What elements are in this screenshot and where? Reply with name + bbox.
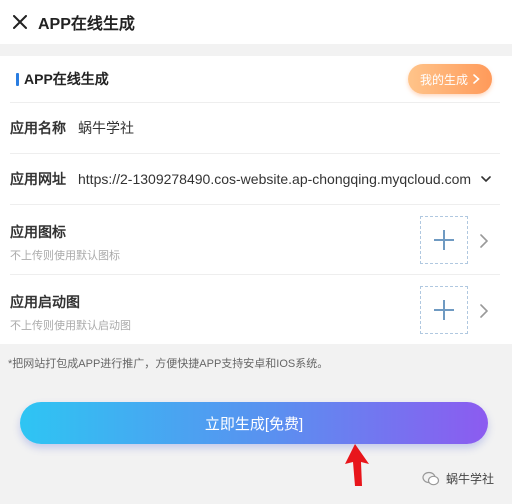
- app-icon-upload-button[interactable]: [420, 216, 468, 264]
- wechat-icon: [422, 471, 440, 485]
- generate-button[interactable]: 立即生成[免费]: [20, 402, 488, 444]
- section-accent-bar: [16, 72, 19, 86]
- chevron-right-icon: [473, 74, 480, 84]
- app-icon-label: 应用图标: [10, 224, 66, 240]
- app-icon-arrow[interactable]: [478, 233, 490, 249]
- my-generations-button[interactable]: 我的生成: [408, 64, 492, 94]
- section-title: APP在线生成: [24, 71, 109, 87]
- app-icon-label-block: 应用图标 不上传则使用默认图标: [10, 222, 120, 263]
- app-url-select[interactable]: https://2-1309278490.cos-website.ap-chon…: [78, 171, 491, 187]
- red-arrow-annotation-icon: [345, 444, 369, 486]
- app-icon-hint: 不上传则使用默认图标: [10, 250, 120, 262]
- splash-label: 应用启动图: [10, 294, 80, 310]
- app-name-label: 应用名称: [10, 120, 66, 136]
- plus-icon: [434, 300, 454, 320]
- splash-hint: 不上传则使用默认启动图: [10, 320, 131, 332]
- splash-label-block: 应用启动图 不上传则使用默认启动图: [10, 292, 131, 333]
- app-name-row: 应用名称 蜗牛学社: [0, 103, 512, 153]
- app-url-value: https://2-1309278490.cos-website.ap-chon…: [78, 171, 472, 187]
- top-bar: APP在线生成: [0, 0, 512, 44]
- app-url-row: 应用网址 https://2-1309278490.cos-website.ap…: [0, 154, 512, 204]
- watermark: 蜗牛学社: [422, 470, 494, 487]
- info-note: *把网站打包成APP进行推广，方便快捷APP支持安卓和IOS系统。: [8, 358, 329, 370]
- section-header: APP在线生成 我的生成: [0, 56, 512, 102]
- chevron-right-icon: [480, 234, 488, 248]
- splash-arrow[interactable]: [478, 303, 490, 319]
- close-icon: [13, 15, 27, 29]
- form-card: APP在线生成 我的生成 应用名称 蜗牛学社 应用网址 https://2-13…: [0, 56, 512, 344]
- chevron-down-icon: [481, 175, 491, 182]
- watermark-text: 蜗牛学社: [445, 472, 494, 486]
- plus-icon: [434, 230, 454, 250]
- page-title: APP在线生成: [38, 16, 135, 33]
- app-url-label: 应用网址: [10, 171, 66, 187]
- close-button[interactable]: [2, 0, 38, 44]
- app-name-value[interactable]: 蜗牛学社: [78, 118, 134, 138]
- splash-upload-button[interactable]: [420, 286, 468, 334]
- divider: [10, 274, 500, 275]
- my-generations-label: 我的生成: [419, 72, 468, 87]
- chevron-right-icon: [480, 304, 488, 318]
- divider: [10, 204, 500, 205]
